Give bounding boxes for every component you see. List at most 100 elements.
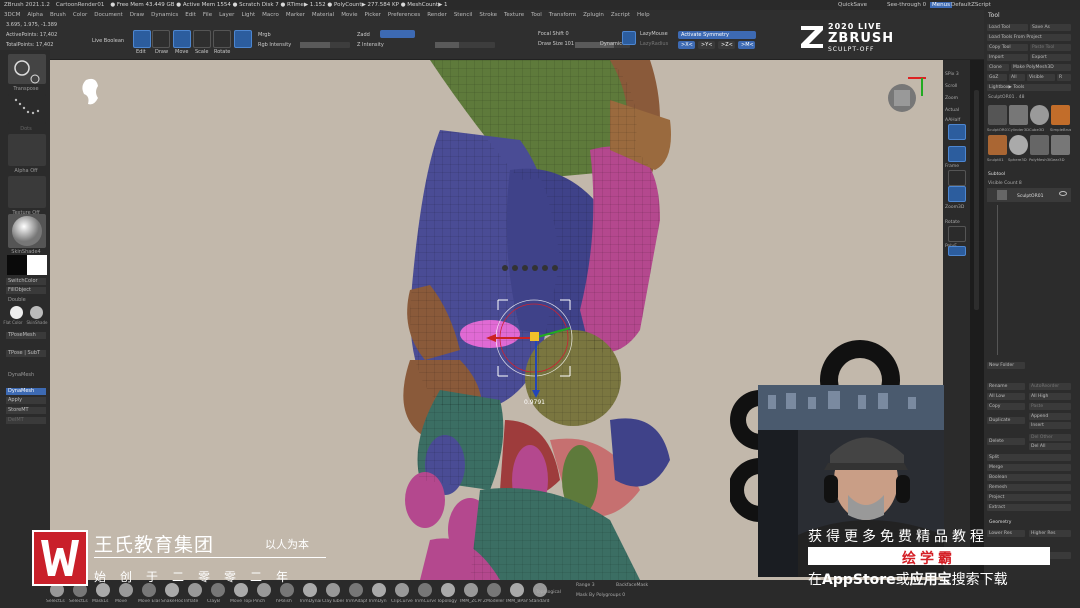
scale-button[interactable] xyxy=(193,30,211,48)
stroke-dots-tile[interactable] xyxy=(8,94,46,124)
menu-stroke[interactable]: Stroke xyxy=(479,12,497,18)
brush-icon[interactable] xyxy=(96,583,110,597)
duplicate-button[interactable]: Duplicate xyxy=(987,417,1025,424)
menu-document[interactable]: Document xyxy=(94,12,123,18)
menu-color[interactable]: Color xyxy=(73,12,87,18)
load-tools-from-project-button[interactable]: Load Tools From Project xyxy=(987,34,1071,41)
dynamesh-button[interactable]: DynaMesh xyxy=(6,388,46,395)
menu-tool[interactable]: Tool xyxy=(531,12,542,18)
tool-thumb-cube3d[interactable] xyxy=(1030,105,1049,125)
see-through-slider[interactable]: See-through 0 xyxy=(887,2,926,8)
project-button[interactable]: Project xyxy=(987,494,1071,501)
menus-toggle[interactable]: Menus xyxy=(930,2,952,8)
quicksave-button[interactable]: QuickSave xyxy=(838,2,867,8)
geometry-header[interactable]: Geometry xyxy=(989,520,1011,525)
lightbox-tools-button[interactable]: Lightbox▶ Tools xyxy=(987,84,1071,91)
skin-shade-material[interactable] xyxy=(30,306,43,319)
move-button[interactable] xyxy=(173,30,191,48)
xpose-button[interactable] xyxy=(948,246,966,256)
menu-picker[interactable]: Picker xyxy=(364,12,380,18)
brush-icon[interactable] xyxy=(303,583,317,597)
menu-layer[interactable]: Layer xyxy=(219,12,234,18)
transpose-brush-tile[interactable] xyxy=(8,54,46,84)
main-color-swatch[interactable] xyxy=(7,255,27,275)
merge-button[interactable]: Merge xyxy=(987,464,1071,471)
menu-macro[interactable]: Macro xyxy=(262,12,279,18)
copy-subtool-button[interactable]: Copy xyxy=(987,403,1025,410)
rgb-intensity-slider[interactable] xyxy=(300,42,350,48)
menu-3dcm[interactable]: 3DCM xyxy=(4,12,20,18)
brush-icon[interactable] xyxy=(418,583,432,597)
move-view-button[interactable] xyxy=(948,186,966,202)
menu-stencil[interactable]: Stencil xyxy=(454,12,473,18)
all-high-button[interactable]: All High xyxy=(1029,393,1071,400)
menu-texture[interactable]: Texture xyxy=(504,12,524,18)
del-all-button[interactable]: Del All xyxy=(1029,443,1071,450)
menu-edit[interactable]: Edit xyxy=(185,12,196,18)
del-other-button[interactable]: Del Other xyxy=(1029,434,1071,441)
goz-button[interactable]: GoZ xyxy=(987,74,1007,81)
dynamic-toggle[interactable]: Dynamic xyxy=(600,41,622,47)
floor-button[interactable] xyxy=(948,146,966,162)
activate-symmetry-button[interactable]: Activate Symmetry xyxy=(678,31,756,39)
brush-icon[interactable] xyxy=(326,583,340,597)
brush-icon[interactable] xyxy=(234,583,248,597)
tool-thumb-simplebrush[interactable] xyxy=(1051,105,1070,125)
delete-subtool-button[interactable]: Delete xyxy=(987,438,1025,445)
menu-movie[interactable]: Movie xyxy=(341,12,357,18)
menu-file[interactable]: File xyxy=(203,12,212,18)
menu-preferences[interactable]: Preferences xyxy=(388,12,420,18)
draw-button[interactable] xyxy=(152,30,170,48)
fill-object-button[interactable]: FillObject xyxy=(6,287,46,294)
brush-icon[interactable] xyxy=(142,583,156,597)
menu-zscript[interactable]: Zscript xyxy=(611,12,630,18)
tool-thumb-cylinder3d[interactable] xyxy=(1009,105,1028,125)
remesh-button[interactable]: Remesh xyxy=(987,484,1071,491)
secondary-color-swatch[interactable] xyxy=(27,255,47,275)
symmetry-y-button[interactable]: >Y< xyxy=(698,41,715,49)
brush-icon[interactable] xyxy=(211,583,225,597)
gizmo-button[interactable] xyxy=(234,30,252,48)
menu-brush[interactable]: Brush xyxy=(50,12,66,18)
menu-draw[interactable]: Draw xyxy=(130,12,144,18)
paste-subtool-button[interactable]: Paste xyxy=(1029,403,1071,410)
menu-dynamics[interactable]: Dynamics xyxy=(151,12,178,18)
brush-icon[interactable] xyxy=(280,583,294,597)
rename-button[interactable]: Rename xyxy=(987,383,1025,390)
brush-icon[interactable] xyxy=(395,583,409,597)
subtool-header[interactable]: Subtool xyxy=(988,172,1005,177)
symmetry-x-button[interactable]: >X< xyxy=(678,41,695,49)
menu-marker[interactable]: Marker xyxy=(286,12,305,18)
subtool-list-item[interactable]: SculptOR01 xyxy=(987,188,1071,202)
live-boolean-button[interactable]: Live Boolean xyxy=(92,38,124,44)
brush-icon[interactable] xyxy=(372,583,386,597)
brush-icon[interactable] xyxy=(349,583,363,597)
line-fill-button[interactable] xyxy=(948,226,966,242)
split-button[interactable]: Split xyxy=(987,454,1071,461)
flat-color-material[interactable] xyxy=(10,306,23,319)
brush-icon[interactable] xyxy=(119,583,133,597)
goz-all-button[interactable]: All xyxy=(1009,74,1025,81)
brush-icon[interactable] xyxy=(257,583,271,597)
menu-light[interactable]: Light xyxy=(241,12,255,18)
copy-tool-button[interactable]: Copy Tool xyxy=(987,44,1028,51)
vertical-scrollbar[interactable] xyxy=(970,60,984,580)
tpose-subt-button[interactable]: TPose | SubT xyxy=(6,350,46,357)
symmetry-m-button[interactable]: >M< xyxy=(738,41,755,49)
menu-zplugin[interactable]: Zplugin xyxy=(583,12,604,18)
tool-thumb-polymesh3d[interactable] xyxy=(1030,135,1049,155)
zadd-toggle[interactable] xyxy=(380,30,415,38)
lazymouse-button[interactable] xyxy=(622,31,636,45)
make-polymesh-button[interactable]: Make PolyMesh3D xyxy=(1011,64,1071,71)
menu-transform[interactable]: Transform xyxy=(549,12,576,18)
menu-material[interactable]: Material xyxy=(312,12,334,18)
brush-icon[interactable] xyxy=(188,583,202,597)
store-mt-button[interactable]: StoreMT xyxy=(6,407,46,414)
menu-render[interactable]: Render xyxy=(427,12,447,18)
import-button[interactable]: Import xyxy=(987,54,1028,61)
autoreorder-button[interactable]: AutoReorder xyxy=(1029,383,1071,390)
zadd-button[interactable]: Zadd xyxy=(357,32,370,38)
insert-button[interactable]: Insert xyxy=(1029,422,1071,429)
frame-button[interactable] xyxy=(948,170,966,186)
visibility-eye-icon[interactable] xyxy=(1059,191,1067,196)
